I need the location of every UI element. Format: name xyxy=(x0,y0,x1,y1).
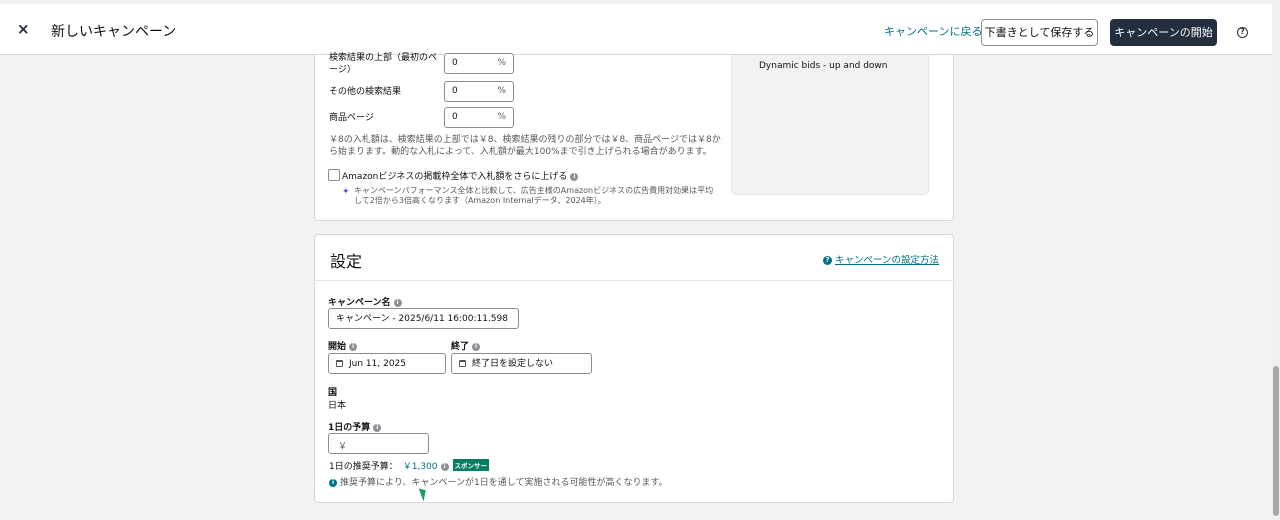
end-label-text: 終了 xyxy=(451,342,470,352)
settings-card: 設定 ? キャンペーンの設定方法 キャンペーン名 i キャンペーン - 2025/6… xyxy=(314,234,954,503)
back-to-campaigns-link[interactable]: キャンペーンに戻る xyxy=(884,23,982,39)
bid-description: ￥8の入札額は、検索結果の上部では￥8、検索結果の残りの部分では￥8、商品ページ… xyxy=(329,135,721,157)
end-date-value: 終了日を設定しない xyxy=(472,359,554,369)
budget-label-text: 1日の予算 xyxy=(328,423,371,433)
calendar-icon xyxy=(459,360,466,367)
campaign-name-label-text: キャンペーン名 xyxy=(328,298,391,308)
scrollbar-thumb[interactable] xyxy=(1273,366,1279,516)
recommended-budget-note: i 推奨予算により、キャンペーンが1日を通して実施される可能性が高くなります。 xyxy=(329,475,668,488)
business-bid-label[interactable]: Amazonビジネスの掲載枠全体で入札額をさらに上げる i xyxy=(342,169,579,182)
top-of-search-label: 検索結果の上部（最初のページ） xyxy=(329,53,438,75)
business-bid-note: キャンペーンパフォーマンス全体と比較して、広告主様のAmazonビジネスの広告費… xyxy=(354,186,714,205)
business-bid-checkbox[interactable] xyxy=(328,169,340,181)
page-scrollbar[interactable] xyxy=(1272,0,1280,520)
save-draft-button[interactable]: 下書きとして保存する xyxy=(981,19,1098,46)
bid-strategy-value: Dynamic bids - up and down xyxy=(759,61,888,71)
page-title: 新しいキャンペーン xyxy=(51,24,177,40)
start-date-input[interactable]: Jun 11, 2025 xyxy=(328,353,446,374)
rest-of-search-label: その他の検索結果 xyxy=(329,87,402,97)
yen-prefix: ￥ xyxy=(338,442,348,452)
product-page-label: 商品ページ xyxy=(329,113,374,123)
campaign-setup-help-link[interactable]: ? キャンペーンの設定方法 xyxy=(822,252,939,266)
sparkle-icon: ✦ xyxy=(342,187,350,197)
sponsor-badge: スポンサー xyxy=(452,459,489,471)
product-page-input[interactable]: 0 % xyxy=(444,107,514,128)
start-label-text: 開始 xyxy=(328,342,347,352)
business-bid-label-text: Amazonビジネスの掲載枠全体で入札額をさらに上げる xyxy=(342,172,568,182)
recommended-budget-row: 1日の推奨予算： ￥1,300 i スポンサー xyxy=(329,459,489,472)
rest-of-search-value: 0 xyxy=(452,86,458,96)
recommended-budget-label: 1日の推奨予算： xyxy=(329,462,398,472)
settings-header: 設定 ? キャンペーンの設定方法 xyxy=(315,235,953,281)
rest-of-search-input[interactable]: 0 % xyxy=(444,81,514,102)
calendar-icon xyxy=(336,360,343,367)
end-date-input[interactable]: 終了日を設定しない xyxy=(451,353,592,374)
question-icon: ? xyxy=(822,256,832,265)
product-page-value: 0 xyxy=(452,112,458,122)
start-date-value: Jun 11, 2025 xyxy=(349,359,407,369)
info-icon[interactable]: i xyxy=(373,423,382,432)
launch-campaign-button[interactable]: キャンペーンの開始 xyxy=(1110,19,1217,46)
close-icon[interactable]: × xyxy=(17,20,30,38)
info-icon[interactable]: i xyxy=(472,342,481,351)
howto-link-text: キャンペーンの設定方法 xyxy=(834,255,939,266)
info-icon[interactable]: i xyxy=(440,462,449,471)
info-icon[interactable]: i xyxy=(349,342,358,351)
start-date-label: 開始 i xyxy=(328,339,358,352)
daily-budget-input[interactable]: ￥ xyxy=(328,433,429,454)
strategy-summary-panel: Dynamic bids - up and down xyxy=(731,55,929,195)
campaign-name-label: キャンペーン名 i xyxy=(328,295,402,308)
country-value: 日本 xyxy=(328,401,347,411)
recommended-note-text: 推奨予算により、キャンペーンが1日を通して実施される可能性が高くなります。 xyxy=(340,478,668,488)
top-bar: × 新しいキャンペーン キャンペーンに戻る 下書きとして保存する キャンペーンの… xyxy=(0,4,1272,55)
campaign-name-input[interactable]: キャンペーン - 2025/6/11 16:00:11.598 xyxy=(328,308,519,329)
info-icon: i xyxy=(329,478,337,487)
top-of-search-input[interactable]: 0 % xyxy=(444,53,514,74)
settings-title: 設定 xyxy=(330,252,363,271)
help-icon[interactable]: ? xyxy=(1237,27,1248,38)
percent-sign: % xyxy=(497,112,506,122)
percent-sign: % xyxy=(497,58,506,68)
end-date-label: 終了 i xyxy=(451,339,481,352)
percent-sign: % xyxy=(497,86,506,96)
info-icon[interactable]: i xyxy=(393,298,402,307)
info-icon[interactable]: i xyxy=(570,172,579,181)
daily-budget-label: 1日の予算 i xyxy=(328,420,382,433)
recommended-budget-value[interactable]: ￥1,300 xyxy=(403,462,438,472)
country-label: 国 xyxy=(328,388,338,398)
top-of-search-value: 0 xyxy=(452,58,458,68)
